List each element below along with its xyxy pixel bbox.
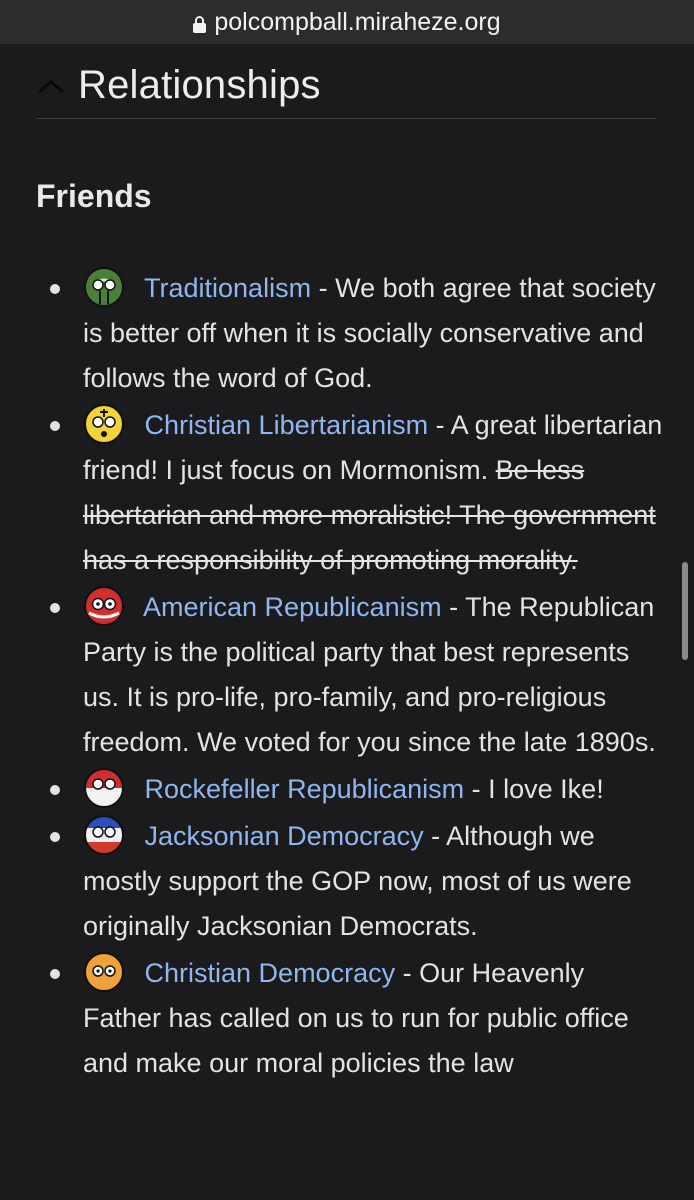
- chevron-up-icon[interactable]: [36, 70, 66, 100]
- friend-link[interactable]: American Republicanism: [143, 592, 442, 622]
- jacksonian-democracy-ball-icon: [84, 815, 124, 855]
- list-item: Rockefeller Republicanism - I love Ike!: [36, 767, 666, 812]
- list-item: American Republicanism - The Republican …: [36, 585, 666, 765]
- friend-link[interactable]: Christian Democracy: [145, 958, 396, 988]
- scrollbar[interactable]: [682, 562, 688, 660]
- friends-list: Traditionalism - We both agree that soci…: [36, 266, 666, 1088]
- section-title: Relationships: [78, 62, 321, 107]
- bullet: [50, 785, 60, 795]
- bullet: [50, 832, 60, 842]
- bullet: [50, 603, 60, 613]
- lock-icon: [193, 15, 207, 33]
- list-item: Christian Libertarianism - A great liber…: [36, 403, 666, 583]
- list-item: Christian Democracy - Our Heavenly Fathe…: [36, 951, 666, 1086]
- american-republicanism-ball-icon: [84, 586, 124, 626]
- friend-link[interactable]: Christian Libertarianism: [145, 410, 429, 440]
- bullet: [50, 421, 60, 431]
- rockefeller-republicanism-ball-icon: [84, 768, 124, 808]
- url-domain: polcompball.miraheze.org: [214, 7, 501, 36]
- friends-heading: Friends: [36, 178, 152, 214]
- friend-link[interactable]: Traditionalism: [144, 273, 311, 303]
- christian-libertarianism-ball-icon: [84, 404, 124, 444]
- traditionalism-ball-icon: [84, 267, 124, 307]
- friend-link[interactable]: Jacksonian Democracy: [145, 821, 424, 851]
- christian-democracy-ball-icon: [84, 952, 124, 992]
- url-bar[interactable]: polcompball.miraheze.org: [0, 0, 694, 44]
- friend-description: - I love Ike!: [464, 774, 604, 804]
- list-item: Jacksonian Democracy - Although we mostl…: [36, 814, 666, 949]
- bullet: [50, 284, 60, 294]
- friend-link[interactable]: Rockefeller Republicanism: [145, 774, 465, 804]
- bullet: [50, 969, 60, 979]
- section-header[interactable]: Relationships: [36, 52, 656, 119]
- list-item: Traditionalism - We both agree that soci…: [36, 266, 666, 401]
